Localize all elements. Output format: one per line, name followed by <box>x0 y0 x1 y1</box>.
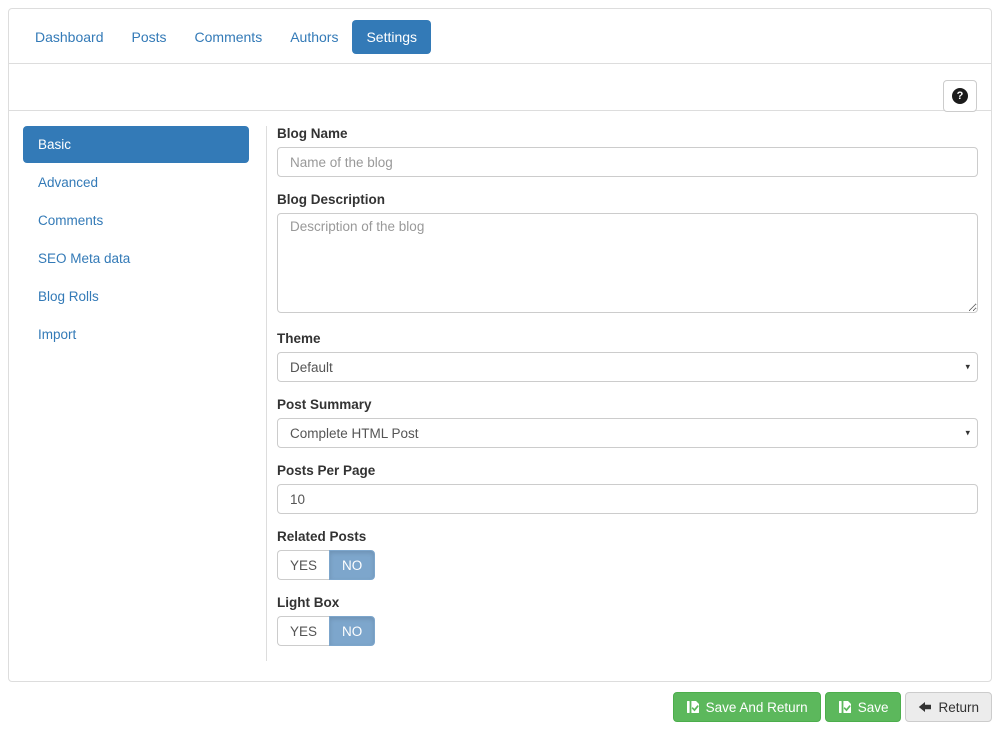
post-summary-select[interactable]: Complete HTML Post ▾ <box>277 418 978 448</box>
nav-tab-settings[interactable]: Settings <box>352 20 431 54</box>
post-summary-group: Post Summary Complete HTML Post ▾ <box>277 397 978 448</box>
select-caret-icon: ▾ <box>965 428 970 439</box>
light-box-no-button[interactable]: NO <box>329 616 375 646</box>
post-summary-selected-value: Complete HTML Post <box>290 426 419 441</box>
blog-name-input[interactable] <box>277 147 978 177</box>
posts-per-page-group: Posts Per Page <box>277 463 978 514</box>
return-label: Return <box>938 700 979 715</box>
light-box-group: Light Box YES NO <box>277 595 978 646</box>
related-posts-group: Related Posts YES NO <box>277 529 978 580</box>
nav-tab-dashboard[interactable]: Dashboard <box>21 20 118 54</box>
save-icon <box>686 700 700 714</box>
nav-tab-comments[interactable]: Comments <box>181 20 277 54</box>
select-caret-icon: ▾ <box>965 362 970 373</box>
save-label: Save <box>858 700 889 715</box>
basic-settings-form: Blog Name Blog Description Theme Default… <box>267 126 978 661</box>
blog-description-label: Blog Description <box>277 192 978 207</box>
blog-description-group: Blog Description <box>277 192 978 316</box>
sidebar-item-blog-rolls[interactable]: Blog Rolls <box>23 278 249 315</box>
sidebar-item-basic[interactable]: Basic <box>23 126 249 163</box>
theme-label: Theme <box>277 331 978 346</box>
related-posts-label: Related Posts <box>277 529 978 544</box>
toolbar-row: ? <box>9 64 991 111</box>
theme-select[interactable]: Default ▾ <box>277 352 978 382</box>
theme-group: Theme Default ▾ <box>277 331 978 382</box>
related-posts-no-button[interactable]: NO <box>329 550 375 580</box>
sidebar-item-comments[interactable]: Comments <box>23 202 249 239</box>
sidebar-item-seo-meta-data[interactable]: SEO Meta data <box>23 240 249 277</box>
sidebar-item-import[interactable]: Import <box>23 316 249 353</box>
help-button[interactable]: ? <box>943 80 977 112</box>
light-box-label: Light Box <box>277 595 978 610</box>
save-button[interactable]: Save <box>825 692 902 722</box>
nav-tab-authors[interactable]: Authors <box>276 20 352 54</box>
settings-content: Basic Advanced Comments SEO Meta data Bl… <box>9 111 991 681</box>
return-button[interactable]: Return <box>905 692 992 722</box>
arrow-left-icon <box>918 701 932 713</box>
light-box-toggle: YES NO <box>277 616 375 646</box>
post-summary-label: Post Summary <box>277 397 978 412</box>
footer-actions: Save And Return Save Return <box>8 692 992 722</box>
posts-per-page-input[interactable] <box>277 484 978 514</box>
nav-tab-posts[interactable]: Posts <box>118 20 181 54</box>
blog-description-textarea[interactable] <box>277 213 978 313</box>
blog-name-group: Blog Name <box>277 126 978 177</box>
theme-selected-value: Default <box>290 360 333 375</box>
save-and-return-button[interactable]: Save And Return <box>673 692 821 722</box>
posts-per-page-label: Posts Per Page <box>277 463 978 478</box>
question-icon: ? <box>952 88 968 104</box>
related-posts-toggle: YES NO <box>277 550 375 580</box>
light-box-yes-button[interactable]: YES <box>277 616 329 646</box>
top-nav: Dashboard Posts Comments Authors Setting… <box>9 9 991 64</box>
related-posts-yes-button[interactable]: YES <box>277 550 329 580</box>
save-and-return-label: Save And Return <box>706 700 808 715</box>
sidebar-item-advanced[interactable]: Advanced <box>23 164 249 201</box>
settings-panel: Dashboard Posts Comments Authors Setting… <box>8 8 992 682</box>
blog-name-label: Blog Name <box>277 126 978 141</box>
save-icon <box>838 700 852 714</box>
settings-sidebar: Basic Advanced Comments SEO Meta data Bl… <box>23 126 267 661</box>
